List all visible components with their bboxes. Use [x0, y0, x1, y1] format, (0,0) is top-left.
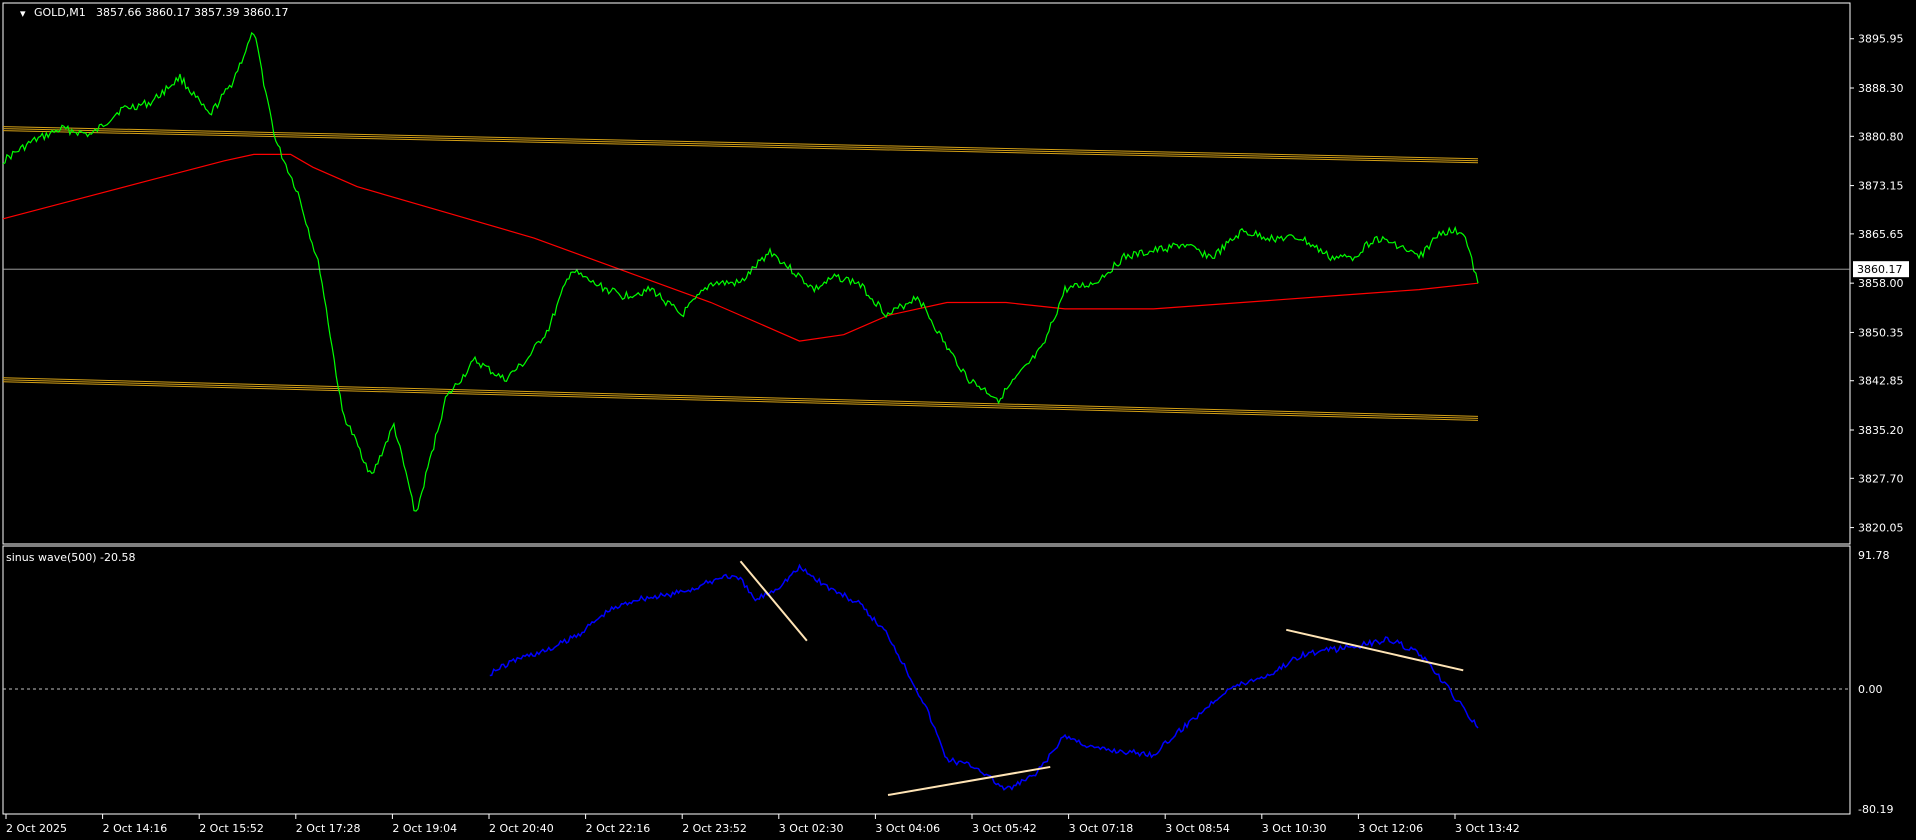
indicator-tick-label: 0.00 [1858, 683, 1883, 696]
time-tick-label: 3 Oct 05:42 [972, 822, 1037, 835]
time-tick-label: 2 Oct 23:52 [682, 822, 747, 835]
current-price-label: 3860.17 [1857, 263, 1903, 276]
time-tick-label: 3 Oct 02:30 [779, 822, 844, 835]
time-tick-label: 3 Oct 12:06 [1358, 822, 1423, 835]
time-tick-label: 3 Oct 04:06 [875, 822, 940, 835]
time-tick-label: 2 Oct 20:40 [489, 822, 554, 835]
time-tick-label: 3 Oct 08:54 [1165, 822, 1230, 835]
price-tick-label: 3835.20 [1858, 424, 1904, 437]
price-tick-label: 3850.35 [1858, 326, 1904, 339]
price-tick-label: 3827.70 [1858, 472, 1904, 485]
time-tick-label: 2 Oct 15:52 [199, 822, 264, 835]
symbol-label: GOLD,M1 [34, 6, 86, 19]
time-tick-label: 3 Oct 10:30 [1262, 822, 1327, 835]
time-tick-label: 2 Oct 14:16 [103, 822, 168, 835]
time-tick-label: 2 Oct 17:28 [296, 822, 361, 835]
indicator-tick-label: -80.19 [1858, 803, 1893, 816]
price-tick-label: 3865.65 [1858, 228, 1904, 241]
time-tick-label: 3 Oct 13:42 [1455, 822, 1520, 835]
price-tick-label: 3895.95 [1858, 33, 1904, 46]
price-tick-label: 3888.30 [1858, 82, 1904, 95]
chart[interactable]: ▾ GOLD,M1 3857.66 3860.17 3857.39 3860.1… [0, 0, 1916, 840]
header-triangle-icon[interactable]: ▾ [20, 7, 26, 20]
price-tick-label: 3873.15 [1858, 180, 1904, 193]
ohlc-label: 3857.66 3860.17 3857.39 3860.17 [96, 6, 288, 19]
price-tick-label: 3842.85 [1858, 375, 1904, 388]
chart-background [0, 0, 1916, 840]
time-tick-label: 2 Oct 2025 [6, 822, 67, 835]
time-tick-label: 2 Oct 22:16 [586, 822, 651, 835]
price-tick-label: 3820.05 [1858, 522, 1904, 535]
price-tick-label: 3880.80 [1858, 130, 1904, 143]
indicator-tick-label: 91.78 [1858, 549, 1890, 562]
indicator-label: sinus wave(500) -20.58 [6, 551, 136, 564]
time-tick-label: 2 Oct 19:04 [392, 822, 457, 835]
price-tick-label: 3858.00 [1858, 277, 1904, 290]
time-tick-label: 3 Oct 07:18 [1069, 822, 1134, 835]
